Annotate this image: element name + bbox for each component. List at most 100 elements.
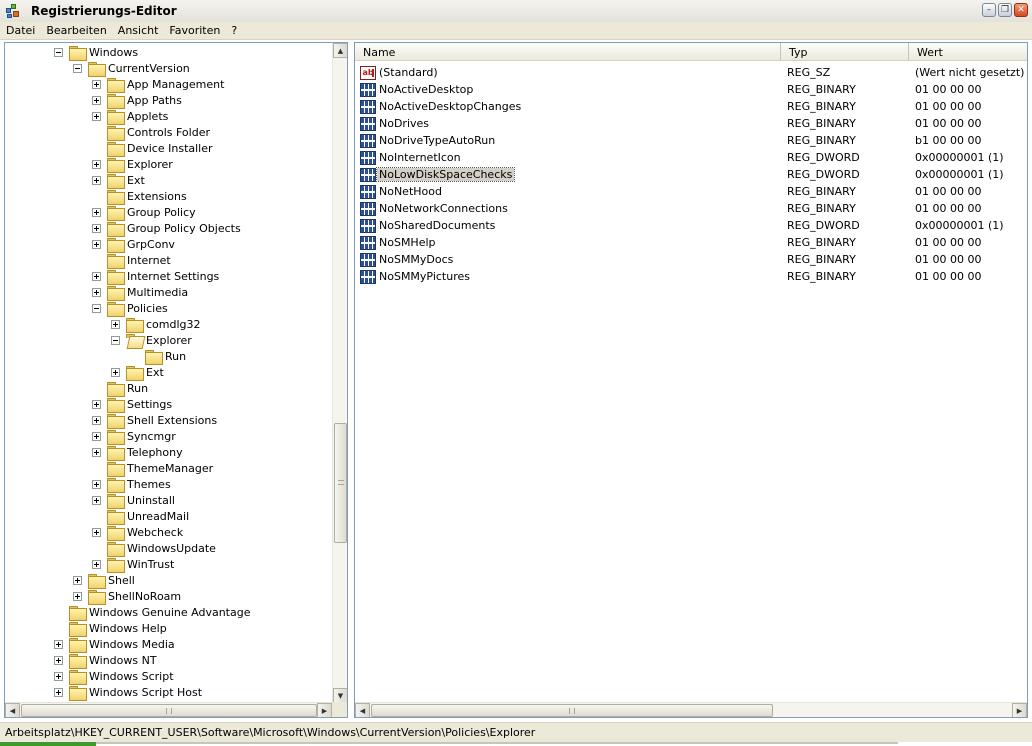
tree-node[interactable]: WinTrust <box>92 556 174 573</box>
collapse-icon[interactable] <box>111 335 120 345</box>
expand-icon[interactable] <box>92 223 101 233</box>
expand-icon[interactable] <box>73 591 82 601</box>
minimize-button[interactable]: – <box>982 3 996 17</box>
close-button[interactable]: ✕ <box>1014 3 1028 17</box>
expand-icon[interactable] <box>92 159 101 169</box>
expand-icon[interactable] <box>92 239 101 249</box>
collapse-icon[interactable] <box>54 47 63 57</box>
tree-node[interactable]: GrpConv <box>92 236 175 253</box>
tree-node[interactable]: Uninstall <box>92 492 175 509</box>
list-horizontal-scrollbar[interactable]: ◀ ▶ <box>355 702 1027 717</box>
tree-node[interactable]: Extensions <box>92 188 187 205</box>
tree-scroll-thumb[interactable] <box>334 423 347 543</box>
tree-node[interactable]: Explorer <box>111 332 192 348</box>
value-row[interactable]: NoInternetIcon REG_DWORD 0x00000001 (1) <box>355 149 1027 166</box>
values-list-pane[interactable]: Name Typ Wert (Standard) REG_SZ (Wert nich… <box>354 42 1028 718</box>
tree-node[interactable]: Multimedia <box>92 284 188 301</box>
tree-node[interactable]: Windows Genuine Advantage <box>54 604 250 621</box>
expand-icon[interactable] <box>92 207 101 217</box>
tree-node[interactable]: Ext <box>92 172 145 189</box>
expand-icon[interactable] <box>92 399 101 409</box>
expand-icon[interactable] <box>92 415 101 425</box>
expand-icon[interactable] <box>92 431 101 441</box>
tree-node[interactable]: Group Policy Objects <box>92 220 241 237</box>
expand-icon[interactable] <box>92 479 101 489</box>
value-row[interactable]: NoSMHelp REG_BINARY 01 00 00 00 <box>355 234 1027 251</box>
expand-icon[interactable] <box>92 287 101 297</box>
menu-favoriten[interactable]: Favoriten <box>163 24 225 37</box>
column-header-value[interactable]: Wert <box>909 43 1027 61</box>
expand-icon[interactable] <box>54 639 63 649</box>
title-bar[interactable]: Registrierungs-Editor – ❐ ✕ <box>0 0 1032 22</box>
tree-node[interactable]: Windows Media <box>54 636 175 653</box>
expand-icon[interactable] <box>92 95 101 105</box>
tree-node[interactable]: Group Policy <box>92 204 196 221</box>
tree-node[interactable]: Controls Folder <box>92 124 210 141</box>
tree-node[interactable]: Windows NT <box>54 652 157 669</box>
menu-help[interactable]: ? <box>225 24 242 37</box>
column-header-type[interactable]: Typ <box>781 43 909 61</box>
tree-node[interactable]: Windows Script <box>54 668 174 685</box>
expand-icon[interactable] <box>54 687 63 697</box>
tree-node[interactable]: App Management <box>92 76 224 93</box>
scroll-up-button[interactable]: ▲ <box>333 43 347 58</box>
tree-node[interactable]: Windows Help <box>54 620 167 637</box>
tree-node[interactable]: Internet <box>92 252 171 269</box>
value-row[interactable]: NoDrives REG_BINARY 01 00 00 00 <box>355 115 1027 132</box>
key-tree-pane[interactable]: Windows CurrentVersion App Management App P… <box>4 42 348 718</box>
menu-datei[interactable]: Datei <box>0 24 40 37</box>
menu-ansicht[interactable]: Ansicht <box>112 24 164 37</box>
expand-icon[interactable] <box>111 367 120 377</box>
value-row[interactable]: NoSMMyPictures REG_BINARY 01 00 00 00 <box>355 268 1027 285</box>
scroll-down-button[interactable]: ▼ <box>333 688 347 703</box>
maximize-button[interactable]: ❐ <box>998 3 1012 17</box>
expand-icon[interactable] <box>54 655 63 665</box>
expand-icon[interactable] <box>54 671 63 681</box>
value-row[interactable]: (Standard) REG_SZ (Wert nicht gesetzt) <box>355 64 1027 81</box>
expand-icon[interactable] <box>92 527 101 537</box>
list-hscroll-thumb[interactable] <box>371 704 773 717</box>
tree-node[interactable]: Windows Script Host <box>54 684 202 701</box>
list-scroll-left-button[interactable]: ◀ <box>355 703 370 717</box>
tree-hscroll-thumb[interactable] <box>21 704 317 717</box>
expand-icon[interactable] <box>92 559 101 569</box>
value-row[interactable]: NoNetHood REG_BINARY 01 00 00 00 <box>355 183 1027 200</box>
tree-node[interactable]: CurrentVersion <box>73 60 190 77</box>
value-row[interactable]: NoLowDiskSpaceChecks REG_DWORD 0x00000001 … <box>355 166 1027 183</box>
value-row[interactable]: NoActiveDesktop REG_BINARY 01 00 00 00 <box>355 81 1027 98</box>
tree-node[interactable]: App Paths <box>92 92 182 109</box>
tree-node[interactable]: WindowsUpdate <box>92 540 216 557</box>
tree-node[interactable]: Applets <box>92 108 168 125</box>
tree-node[interactable]: Telephony <box>92 444 183 461</box>
tree-node[interactable]: Run <box>130 348 186 365</box>
value-row[interactable]: NoNetworkConnections REG_BINARY 01 00 00 0… <box>355 200 1027 217</box>
value-row[interactable]: NoActiveDesktopChanges REG_BINARY 01 00 00… <box>355 98 1027 115</box>
tree-node[interactable]: Themes <box>92 476 171 493</box>
tree-node[interactable]: Shell Extensions <box>92 412 217 429</box>
value-row[interactable]: NoDriveTypeAutoRun REG_BINARY b1 00 00 00 <box>355 132 1027 149</box>
scroll-left-button[interactable]: ◀ <box>5 703 20 717</box>
tree-node[interactable]: Device Installer <box>92 140 213 157</box>
tree-node[interactable]: comdlg32 <box>111 316 201 333</box>
expand-icon[interactable] <box>92 79 101 89</box>
tree-node[interactable]: Ext <box>111 364 164 381</box>
collapse-icon[interactable] <box>73 63 82 73</box>
tree-node[interactable]: Windows <box>54 44 138 61</box>
tree-node[interactable]: Policies <box>92 300 168 317</box>
value-row[interactable]: NoSMMyDocs REG_BINARY 01 00 00 00 <box>355 251 1027 268</box>
value-row[interactable]: NoSharedDocuments REG_DWORD 0x00000001 (1) <box>355 217 1027 234</box>
tree-node[interactable]: UnreadMail <box>92 508 189 525</box>
tree-vertical-scrollbar[interactable]: ▲ ▼ <box>332 43 347 703</box>
expand-icon[interactable] <box>73 575 82 585</box>
expand-icon[interactable] <box>92 111 101 121</box>
menu-bearbeiten[interactable]: Bearbeiten <box>40 24 111 37</box>
expand-icon[interactable] <box>111 319 120 329</box>
column-header-name[interactable]: Name <box>355 43 781 61</box>
tree-node[interactable]: Run <box>92 380 148 397</box>
tree-horizontal-scrollbar[interactable]: ◀ ▶ <box>5 702 332 717</box>
tree-node[interactable]: Internet Settings <box>92 268 219 285</box>
scroll-right-button[interactable]: ▶ <box>317 703 332 717</box>
collapse-icon[interactable] <box>92 303 101 313</box>
expand-icon[interactable] <box>92 495 101 505</box>
list-scroll-right-button[interactable]: ▶ <box>1012 703 1027 717</box>
